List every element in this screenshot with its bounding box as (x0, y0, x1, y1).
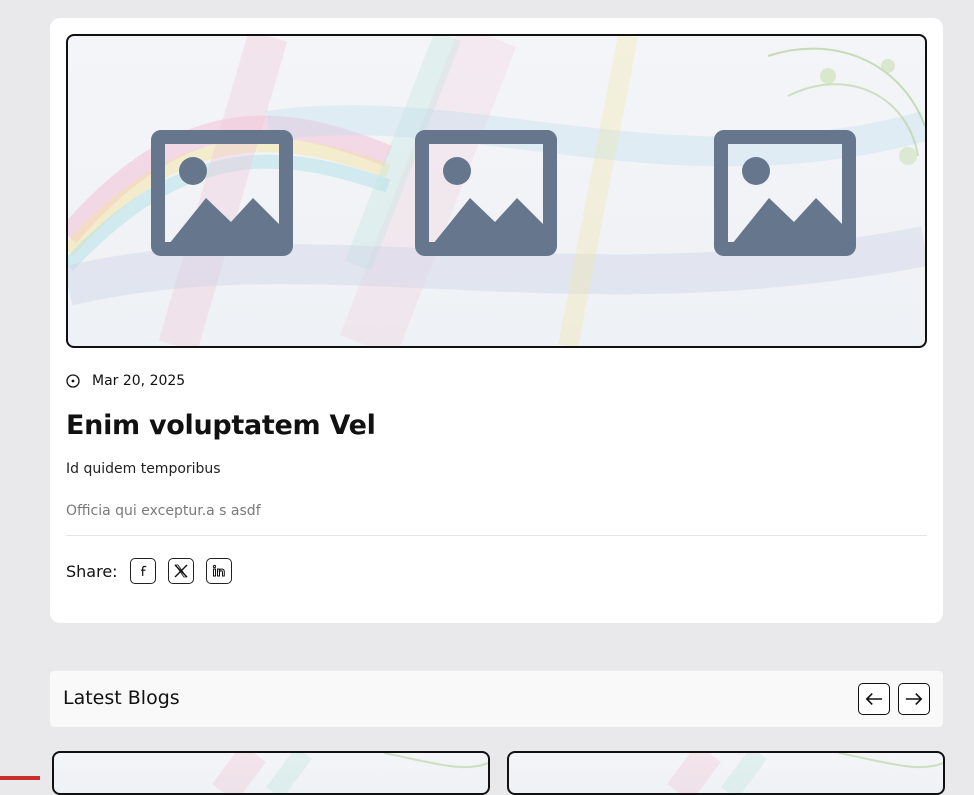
divider (66, 535, 927, 536)
clock-icon (66, 374, 80, 388)
previous-button[interactable] (858, 683, 890, 715)
share-label: Share: (66, 561, 118, 581)
rainbow-background (667, 753, 943, 793)
arrow-right-icon (905, 693, 923, 705)
share-x-button[interactable] (167, 558, 194, 584)
post-excerpt: Officia qui exceptur.a s asdf (66, 503, 261, 519)
blog-post-card: Mar 20, 2025 Enim voluptatem Vel Id quid… (50, 18, 943, 623)
blog-card-thumbnail[interactable] (507, 751, 945, 795)
linkedin-icon (212, 564, 225, 577)
share-bar: Share: (66, 558, 232, 584)
section-title: Latest Blogs (63, 687, 180, 709)
image-placeholder-icon (151, 130, 293, 256)
blog-card-thumbnail[interactable] (52, 751, 490, 795)
rainbow-background (212, 753, 488, 793)
latest-blogs-header: Latest Blogs (50, 671, 943, 727)
post-meta: Mar 20, 2025 (66, 373, 185, 389)
arrow-left-icon (865, 693, 883, 705)
image-placeholder-icon (415, 130, 557, 256)
hero-image (66, 34, 927, 348)
facebook-icon (140, 565, 146, 576)
share-facebook-button[interactable] (129, 558, 156, 584)
post-date: Mar 20, 2025 (92, 373, 186, 389)
x-icon (174, 564, 188, 578)
post-title: Enim voluptatem Vel (66, 410, 376, 441)
feedback-tab[interactable] (0, 776, 40, 780)
post-subtitle: Id quidem temporibus (66, 461, 221, 477)
image-placeholder-icon (714, 130, 856, 256)
next-button[interactable] (898, 683, 930, 715)
share-linkedin-button[interactable] (205, 558, 232, 584)
